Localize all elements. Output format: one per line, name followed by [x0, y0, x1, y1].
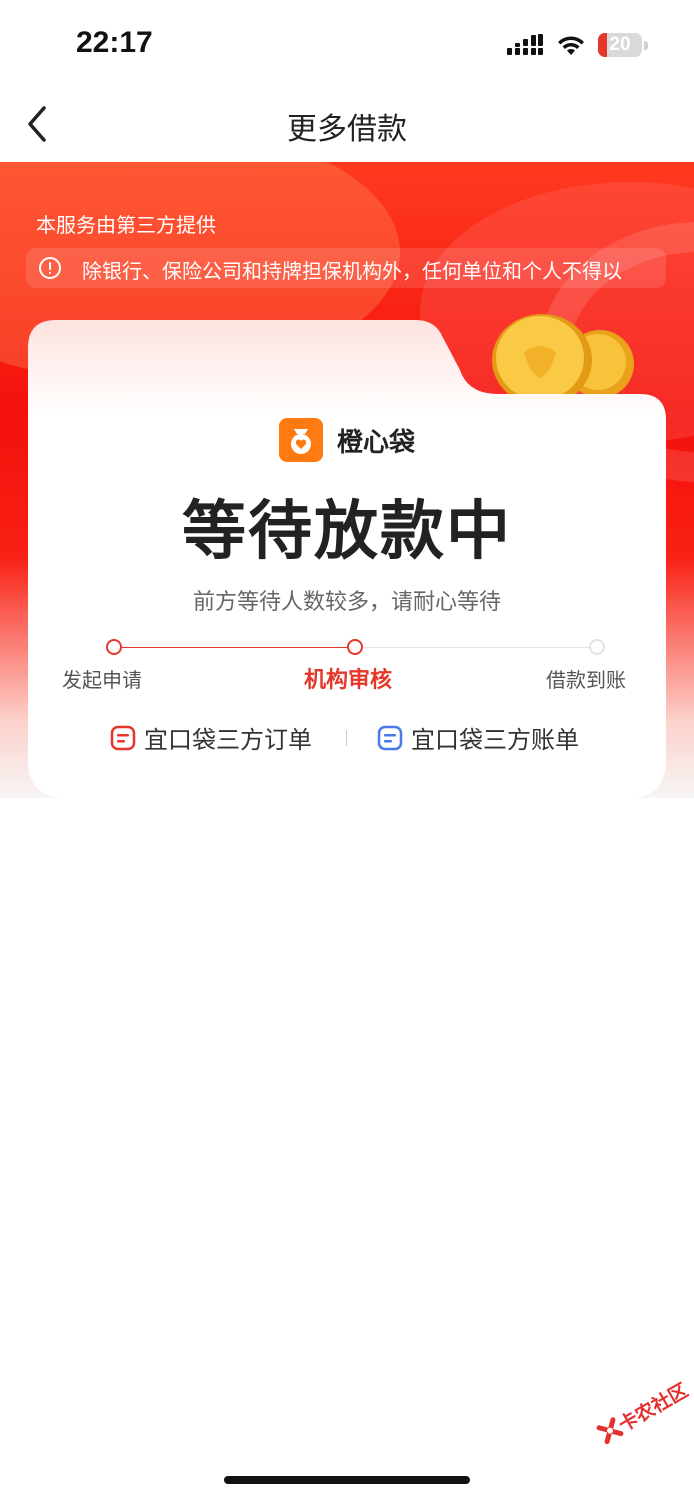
battery-cap [644, 41, 648, 50]
loan-status-card: 橙心袋 等待放款中 前方等待人数较多，请耐心等待 发起申请 机构审核 借款到账 … [28, 320, 666, 798]
status-subtitle: 前方等待人数较多，请耐心等待 [192, 590, 501, 615]
home-indicator[interactable] [224, 1476, 470, 1484]
order-link-label: 宜口袋三方订单 [144, 726, 312, 754]
progress-steps: 发起申请 机构审核 借款到账 [28, 638, 666, 698]
status-title: 等待放款中 [182, 495, 512, 569]
progress-line-done [120, 647, 354, 648]
wifi-icon [558, 36, 584, 55]
bill-link[interactable]: 宜口袋三方账单 [377, 720, 579, 755]
step-dot-review [347, 639, 363, 655]
order-links: 宜口袋三方订单 宜口袋三方账单 [28, 720, 666, 756]
cellular-signal-icon [507, 34, 543, 55]
notice-bar[interactable]: 除银行、保险公司和持牌担保机构外，任何单位和个人不得以 [26, 248, 666, 288]
step-label-arrival: 借款到账 [546, 668, 626, 692]
step-label-review: 机构审核 [304, 668, 393, 693]
page-title: 更多借款 [287, 112, 407, 147]
battery-icon: 20 [598, 33, 642, 57]
step-dot-apply [106, 639, 122, 655]
notice-text: 除银行、保险公司和持牌担保机构外，任何单位和个人不得以 [82, 259, 622, 283]
orange-bag-logo-icon [278, 418, 323, 462]
battery-level: 20 [609, 34, 631, 55]
progress-line-pending [362, 647, 596, 648]
bill-link-label: 宜口袋三方账单 [411, 726, 579, 754]
provider-note: 本服务由第三方提供 [36, 213, 216, 237]
bill-icon [377, 725, 403, 750]
nav-bar: 更多借款 [0, 90, 694, 162]
status-bar: 22:17 20 [0, 0, 694, 90]
order-icon [110, 725, 136, 750]
step-dot-arrival [589, 639, 605, 655]
watermark-text: 卡农社区 [615, 1379, 692, 1437]
watermark: 卡农社区 [590, 1368, 694, 1470]
step-label-apply: 发起申请 [62, 668, 142, 692]
brand: 橙心袋 [28, 418, 666, 466]
warning-icon [39, 257, 61, 279]
order-link[interactable]: 宜口袋三方订单 [110, 720, 312, 755]
status-time: 22:17 [76, 26, 153, 59]
brand-name: 橙心袋 [336, 427, 415, 458]
divider [346, 730, 347, 746]
